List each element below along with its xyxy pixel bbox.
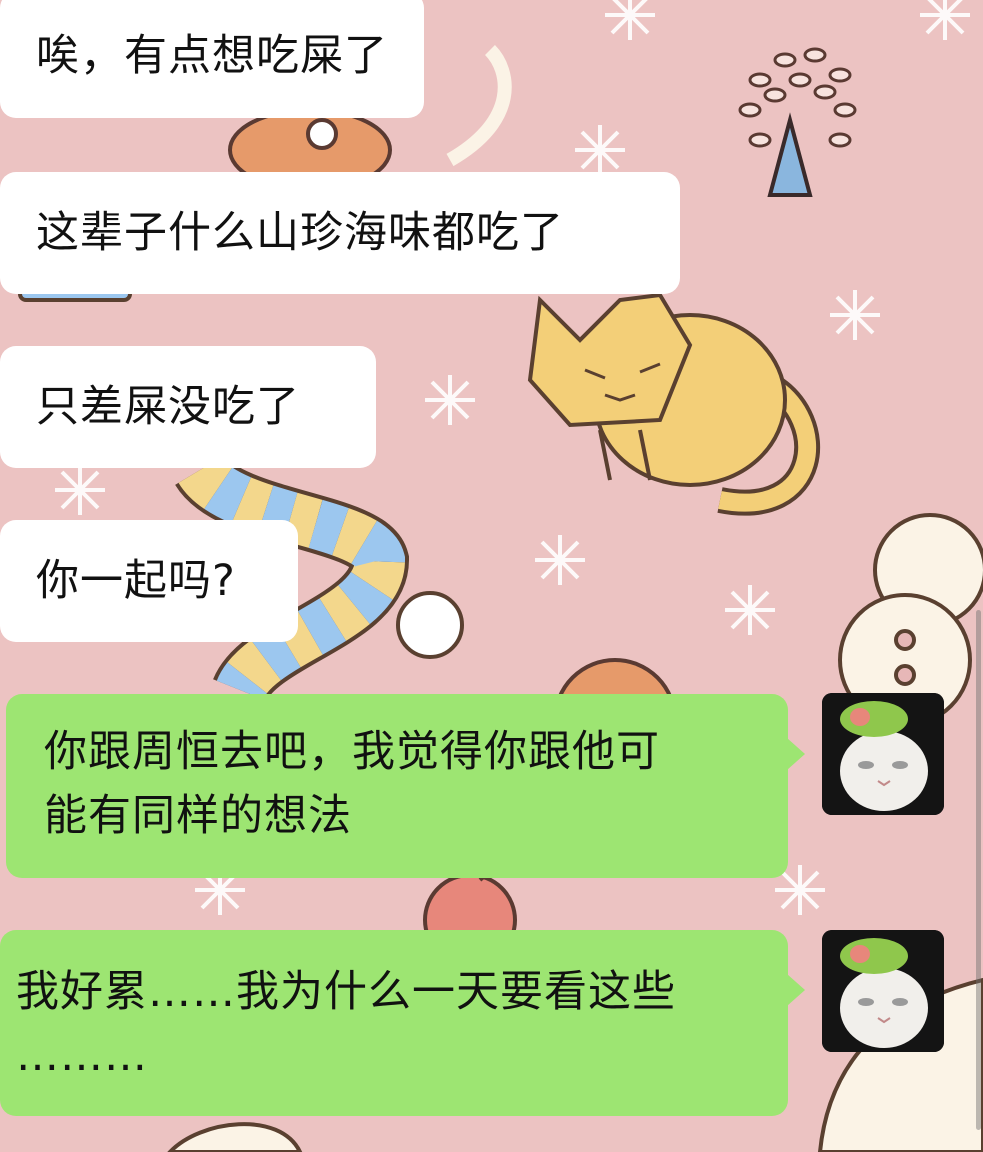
message-text: 你一起吗? (36, 556, 236, 606)
message-text-line: 我好累……我为什么一天要看这些 (16, 967, 676, 1017)
cat-avatar-icon[interactable] (822, 693, 944, 815)
outgoing-message[interactable]: 你跟周恒去吧，我觉得你跟他可 能有同样的想法 (6, 694, 805, 878)
outgoing-message[interactable]: 我好累……我为什么一天要看这些 ……… (0, 930, 805, 1116)
incoming-message[interactable]: 只差屎没吃了 (0, 346, 376, 468)
message-text: 唉，有点想吃屎了 (36, 31, 388, 81)
scrollbar[interactable] (976, 610, 981, 1130)
incoming-message[interactable]: 这辈子什么山珍海味都吃了 (0, 172, 680, 294)
message-text-line: 你跟周恒去吧，我觉得你跟他可 (44, 727, 660, 777)
message-text-line: 能有同样的想法 (44, 791, 352, 841)
cat-avatar-icon[interactable] (822, 930, 944, 1052)
message-text: 这辈子什么山珍海味都吃了 (36, 208, 564, 258)
message-text: 只差屎没吃了 (36, 382, 300, 432)
incoming-message[interactable]: 唉，有点想吃屎了 (0, 0, 424, 118)
message-text-line: ……… (16, 1031, 148, 1081)
incoming-message[interactable]: 你一起吗? (0, 520, 298, 642)
